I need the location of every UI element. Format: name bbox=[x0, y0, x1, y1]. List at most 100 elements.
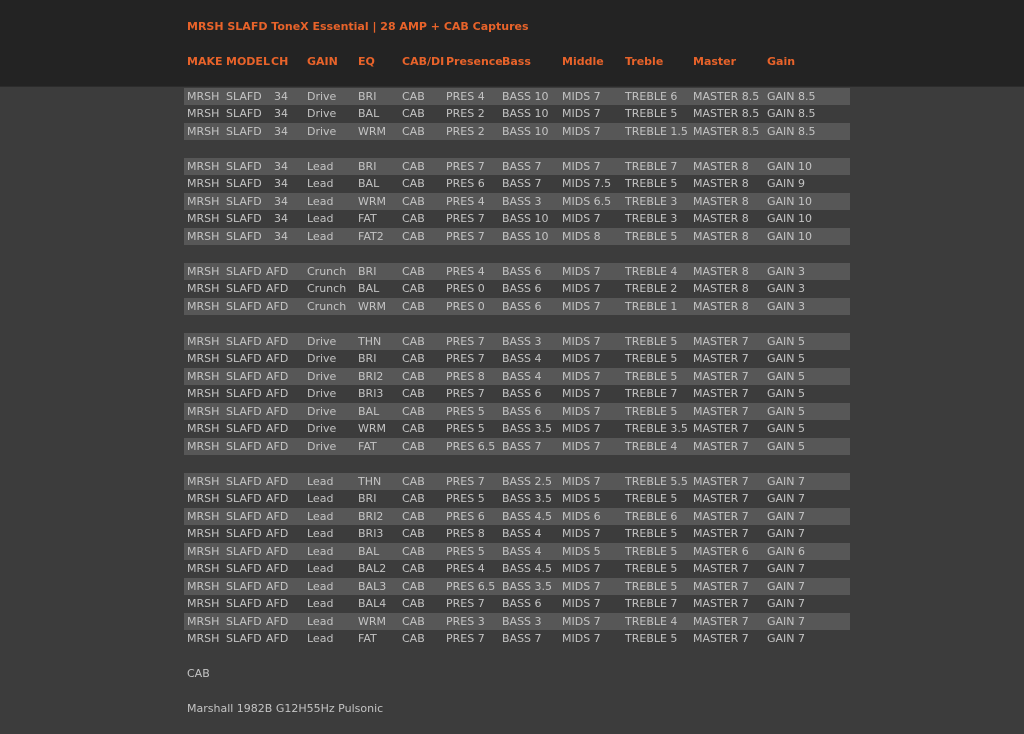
cell-master: MASTER 8 bbox=[693, 265, 749, 278]
cell-presence: PRES 7 bbox=[446, 212, 485, 226]
cell-bass: BASS 2.5 bbox=[502, 475, 553, 488]
cell-treble: TREBLE 4 bbox=[625, 439, 678, 453]
table-row: MRSH SLAFD AFD Drive BRI CAB PRES 7 BASS 4 MIDS … bbox=[184, 350, 850, 367]
cell-eq: BAL3 bbox=[358, 579, 387, 593]
cell-ch: AFD bbox=[266, 579, 289, 593]
table-row: MRSH SLAFD AFD Lead BAL2 CAB PRES 4 BASS 4.5 MID… bbox=[184, 560, 850, 577]
cell-ch: AFD bbox=[266, 335, 289, 348]
cell-gain-channel: Lead bbox=[307, 544, 334, 558]
cell-middle: MIDS 5 bbox=[562, 492, 601, 506]
cell-make: MRSH bbox=[187, 439, 220, 453]
cell-make: MRSH bbox=[187, 160, 220, 173]
cell-bass: BASS 3.5 bbox=[502, 579, 553, 593]
cell-eq: BAL4 bbox=[358, 597, 387, 611]
cell-middle: MIDS 7 bbox=[562, 475, 601, 488]
cell-eq: WRM bbox=[358, 422, 387, 436]
table-row: MRSH SLAFD AFD Lead BAL4 CAB PRES 7 BASS 6 MIDS … bbox=[184, 595, 850, 612]
cell-treble: TREBLE 3.5 bbox=[625, 422, 688, 436]
cell-make: MRSH bbox=[187, 404, 220, 418]
cell-make: MRSH bbox=[187, 527, 220, 541]
table-row: MRSH SLAFD AFD Lead FAT CAB PRES 7 BASS 7 MIDS 7… bbox=[184, 630, 850, 647]
cell-ch: AFD bbox=[266, 527, 289, 541]
cell-presence: PRES 6.5 bbox=[446, 439, 496, 453]
cell-bass: BASS 6 bbox=[502, 387, 542, 401]
cell-eq: BRI bbox=[358, 160, 377, 173]
table-row: MRSH SLAFD 34 Drive BRI CAB PRES 4 BASS 10 MIDS … bbox=[184, 88, 850, 106]
cell-middle: MIDS 7 bbox=[562, 632, 601, 646]
cell-middle: MIDS 6 bbox=[562, 509, 601, 523]
cell-master: MASTER 8.5 bbox=[693, 90, 760, 103]
cell-cab-di: CAB bbox=[402, 579, 425, 593]
cell-gain-channel: Drive bbox=[307, 124, 337, 138]
cell-middle: MIDS 7 bbox=[562, 527, 601, 541]
table-row: MRSH SLAFD AFD Lead BRI CAB PRES 5 BASS 3.5 MIDS… bbox=[184, 490, 850, 507]
table-row: MRSH SLAFD AFD Drive BRI3 CAB PRES 7 BASS 6 MIDS… bbox=[184, 385, 850, 402]
cell-cab-di: CAB bbox=[402, 544, 425, 558]
cell-ch: 34 bbox=[274, 229, 288, 243]
cell-bass: BASS 6 bbox=[502, 597, 542, 611]
cell-treble: TREBLE 5 bbox=[625, 404, 678, 418]
cell-make: MRSH bbox=[187, 282, 220, 296]
cell-bass: BASS 7 bbox=[502, 177, 542, 191]
cell-gain: GAIN 7 bbox=[767, 492, 806, 506]
cell-make: MRSH bbox=[187, 562, 220, 576]
cell-ch: AFD bbox=[266, 562, 289, 576]
cell-make: MRSH bbox=[187, 335, 220, 348]
table-row: MRSH SLAFD 34 Drive BAL CAB PRES 2 BASS 10 MIDS … bbox=[184, 105, 850, 122]
cell-model: SLAFD bbox=[226, 527, 262, 541]
cell-treble: TREBLE 5 bbox=[625, 632, 678, 646]
cell-make: MRSH bbox=[187, 544, 220, 558]
cell-model: SLAFD bbox=[226, 194, 262, 208]
cell-treble: TREBLE 5 bbox=[625, 177, 678, 191]
cell-bass: BASS 10 bbox=[502, 124, 549, 138]
cell-model: SLAFD bbox=[226, 177, 262, 191]
cell-master: MASTER 7 bbox=[693, 404, 749, 418]
table-row: MRSH SLAFD 34 Lead FAT CAB PRES 7 BASS 10 MIDS 7… bbox=[184, 210, 850, 227]
cell-eq: BRI bbox=[358, 492, 377, 506]
cell-make: MRSH bbox=[187, 422, 220, 436]
cell-presence: PRES 5 bbox=[446, 404, 485, 418]
cell-bass: BASS 4 bbox=[502, 352, 542, 366]
cell-gain-channel: Lead bbox=[307, 562, 334, 576]
cell-master: MASTER 8.5 bbox=[693, 124, 760, 138]
cell-ch: AFD bbox=[266, 369, 289, 383]
cell-presence: PRES 4 bbox=[446, 562, 485, 576]
cell-gain: GAIN 5 bbox=[767, 335, 806, 348]
cell-master: MASTER 7 bbox=[693, 422, 749, 436]
cell-gain-channel: Drive bbox=[307, 352, 337, 366]
cab-label: CAB bbox=[187, 667, 210, 680]
cell-ch: 34 bbox=[274, 177, 288, 191]
cell-master: MASTER 8 bbox=[693, 194, 749, 208]
cell-ch: AFD bbox=[266, 352, 289, 366]
cell-eq: BRI bbox=[358, 90, 377, 103]
cell-ch: AFD bbox=[266, 387, 289, 401]
cell-master: MASTER 8 bbox=[693, 160, 749, 173]
cell-eq: WRM bbox=[358, 124, 387, 138]
cell-treble: TREBLE 5 bbox=[625, 335, 678, 348]
cell-treble: TREBLE 4 bbox=[625, 265, 678, 278]
cell-cab-di: CAB bbox=[402, 352, 425, 366]
cell-middle: MIDS 7 bbox=[562, 212, 601, 226]
cell-ch: AFD bbox=[266, 299, 289, 313]
cell-middle: MIDS 7 bbox=[562, 160, 601, 173]
cell-eq: BRI2 bbox=[358, 509, 384, 523]
cell-presence: PRES 2 bbox=[446, 107, 485, 121]
cell-treble: TREBLE 2 bbox=[625, 282, 678, 296]
cell-master: MASTER 7 bbox=[693, 352, 749, 366]
cell-gain-channel: Lead bbox=[307, 212, 334, 226]
cell-presence: PRES 2 bbox=[446, 124, 485, 138]
cell-bass: BASS 6 bbox=[502, 282, 542, 296]
cell-bass: BASS 3.5 bbox=[502, 492, 553, 506]
table-row: MRSH SLAFD AFD Crunch BAL CAB PRES 0 BASS 6 MIDS… bbox=[184, 280, 850, 297]
cell-master: MASTER 8 bbox=[693, 282, 749, 296]
cell-gain-channel: Drive bbox=[307, 369, 337, 383]
cell-middle: MIDS 7 bbox=[562, 282, 601, 296]
cell-master: MASTER 8.5 bbox=[693, 107, 760, 121]
cell-ch: AFD bbox=[266, 422, 289, 436]
cell-presence: PRES 7 bbox=[446, 475, 485, 488]
cell-bass: BASS 3 bbox=[502, 614, 542, 628]
cell-gain: GAIN 7 bbox=[767, 632, 806, 646]
cell-eq: BAL2 bbox=[358, 562, 387, 576]
cell-eq: WRM bbox=[358, 194, 387, 208]
cell-presence: PRES 7 bbox=[446, 387, 485, 401]
